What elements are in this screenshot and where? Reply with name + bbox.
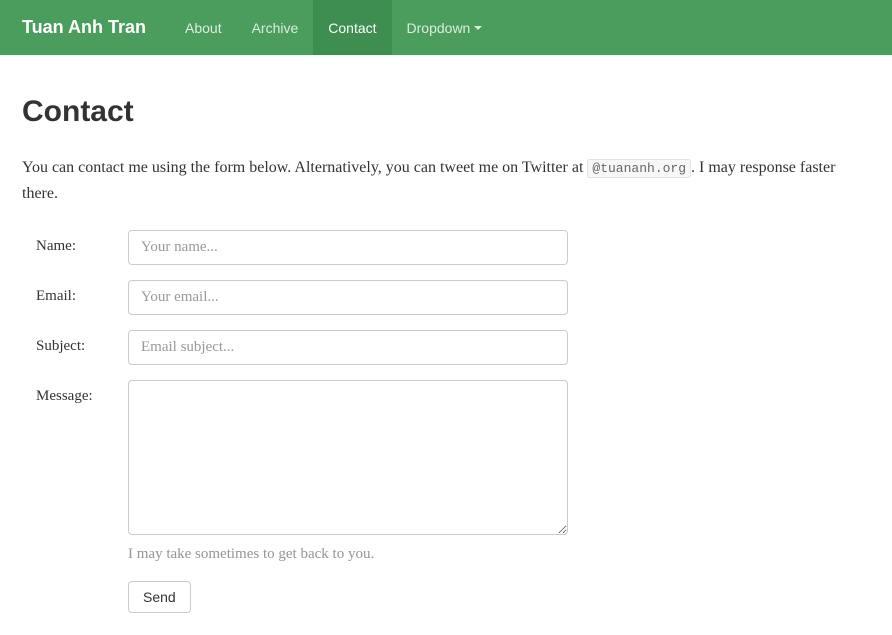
nav-about[interactable]: About <box>170 0 237 55</box>
caret-down-icon <box>474 26 482 30</box>
name-label: Name: <box>36 230 128 265</box>
message-textarea[interactable] <box>128 380 568 535</box>
form-group-message: Message: I may take sometimes to get bac… <box>36 380 870 563</box>
intro-pre: You can contact me using the form below.… <box>22 159 587 176</box>
email-label: Email: <box>36 280 128 315</box>
form-group-email: Email: <box>36 280 870 315</box>
intro-text: You can contact me using the form below.… <box>22 155 870 206</box>
name-input[interactable] <box>128 230 568 265</box>
form-group-name: Name: <box>36 230 870 265</box>
navbar: Tuan Anh Tran About Archive Contact Drop… <box>0 0 892 55</box>
help-text: I may take sometimes to get back to you. <box>128 546 568 563</box>
form-group-subject: Subject: <box>36 330 870 365</box>
nav-dropdown[interactable]: Dropdown <box>392 0 498 55</box>
main-container: Contact You can contact me using the for… <box>0 55 892 635</box>
page-title: Contact <box>22 95 870 129</box>
message-label: Message: <box>36 380 128 563</box>
nav-dropdown-label: Dropdown <box>407 20 471 36</box>
nav-archive[interactable]: Archive <box>237 0 314 55</box>
subject-label: Subject: <box>36 330 128 365</box>
contact-form: Name: Email: Subject: Message: I may tak… <box>36 230 870 613</box>
twitter-handle[interactable]: @tuananh.org <box>587 159 691 178</box>
submit-group: Send <box>128 581 870 613</box>
send-button[interactable]: Send <box>128 581 191 613</box>
subject-input[interactable] <box>128 330 568 365</box>
email-input[interactable] <box>128 280 568 315</box>
brand-link[interactable]: Tuan Anh Tran <box>22 17 146 38</box>
nav-contact[interactable]: Contact <box>313 0 391 55</box>
